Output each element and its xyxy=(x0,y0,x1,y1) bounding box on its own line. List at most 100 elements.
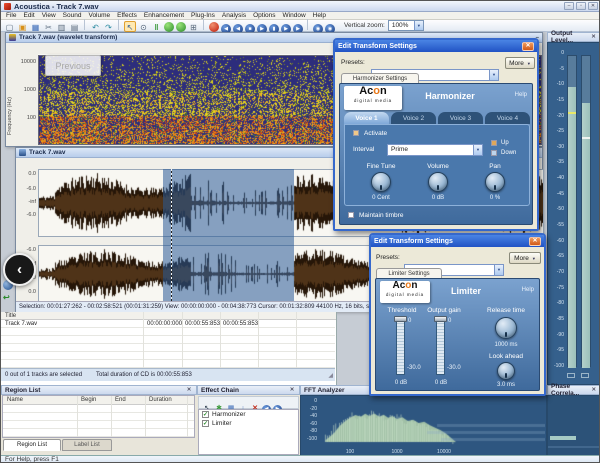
clip-indicator-right[interactable] xyxy=(581,373,589,378)
cd-row-title[interactable]: Track 7.wav xyxy=(5,321,37,327)
pan-knob[interactable] xyxy=(485,172,505,192)
down-checkbox[interactable] xyxy=(491,150,497,156)
record-icon[interactable]: ● xyxy=(209,22,219,32)
back-nav-button[interactable]: ‹ xyxy=(3,253,36,286)
close-icon[interactable]: ✕ xyxy=(288,387,296,393)
down-label: Down xyxy=(501,150,516,156)
voice-tab-2[interactable]: Voice 2 xyxy=(391,112,436,124)
col-end[interactable]: End xyxy=(115,396,126,404)
checkbox-checked-icon[interactable]: ✓ xyxy=(202,420,209,427)
close-icon[interactable]: ✕ xyxy=(185,387,193,393)
cd-list-grid[interactable] xyxy=(1,320,335,368)
playback-cursor[interactable] xyxy=(171,169,172,301)
paste-icon[interactable]: ▤ xyxy=(69,22,80,33)
meter-right-track xyxy=(581,55,591,367)
loop-tool-icon[interactable]: ● xyxy=(176,22,186,32)
cd-list-header: Title xyxy=(1,312,336,320)
help-link[interactable]: Help xyxy=(522,287,534,293)
voice-tab-3[interactable]: Voice 3 xyxy=(438,112,483,124)
fine-tune-knob[interactable] xyxy=(371,172,391,192)
waveform-selection[interactable] xyxy=(163,169,294,301)
fft-plot[interactable] xyxy=(319,398,545,450)
select-tool-icon[interactable]: ↖ xyxy=(124,21,136,32)
redo-icon[interactable]: ↷ xyxy=(103,22,114,33)
look-ahead-knob[interactable] xyxy=(497,362,515,380)
acon-logo: Acon digital media xyxy=(380,281,430,303)
vertical-zoom-select[interactable]: 100% ▼ xyxy=(388,20,424,31)
cd-selected-status: 0 out of 1 tracks are selected xyxy=(5,372,82,378)
effect-item-limiter[interactable]: ✓ Limiter xyxy=(199,419,298,428)
volume-knob[interactable] xyxy=(428,172,448,192)
harmonizer-dialog-titlebar[interactable]: Edit Transform Settings ✕ xyxy=(335,40,537,52)
threshold-handle[interactable] xyxy=(394,316,407,322)
more-button[interactable]: More▼ xyxy=(505,57,535,69)
copy-icon[interactable]: ▥ xyxy=(56,22,67,33)
maintain-timbre-checkbox[interactable] xyxy=(348,212,354,218)
cd-row-end[interactable]: 00:00:55:853 xyxy=(185,321,220,327)
fft-title: FFT Analyzer xyxy=(304,387,345,394)
cd-row-duration[interactable]: 00:00:55:853 xyxy=(223,321,258,327)
limiter-dialog-titlebar[interactable]: Edit Transform Settings ✕ xyxy=(371,235,544,247)
output-level-panel: Output Level... ✕ 0-5-10-15-20-25-30-35-… xyxy=(547,32,600,385)
effect-chain-panel: Effect Chain ✕ ↖✱▦↓✕◀▶ ✓ Harmonizer ✓ Li… xyxy=(197,385,300,456)
save-icon[interactable]: ▦ xyxy=(30,22,41,33)
phase-titlebar[interactable]: Phase Correla... ✕ xyxy=(547,385,600,395)
minimize-button[interactable]: – xyxy=(564,2,574,10)
maximize-button[interactable]: ▫ xyxy=(576,2,586,10)
phase-body xyxy=(547,395,600,456)
close-button[interactable]: ✕ xyxy=(588,2,598,10)
close-icon[interactable]: ✕ xyxy=(590,34,597,40)
threshold-slider[interactable] xyxy=(396,317,405,375)
grid-icon[interactable]: ⊞ xyxy=(188,22,199,33)
tab-label-list[interactable]: Label List xyxy=(62,439,112,451)
release-time-value: 1000 ms xyxy=(481,342,531,348)
close-icon[interactable]: ✕ xyxy=(591,387,597,393)
col-duration[interactable]: Duration xyxy=(149,396,172,404)
region-list-grid[interactable] xyxy=(3,405,194,437)
zoom-tool-icon[interactable]: ⊙ xyxy=(138,22,149,33)
effect-chain-titlebar[interactable]: Effect Chain ✕ xyxy=(197,385,300,395)
chevron-down-icon[interactable]: ▼ xyxy=(473,145,482,155)
help-link[interactable]: Help xyxy=(515,92,527,98)
plugin-title: Harmonizer xyxy=(400,91,500,101)
output-gain-bottom-tick: -30.0 xyxy=(447,365,467,371)
activate-label: Activate xyxy=(364,130,387,137)
undo-icon[interactable]: ↶ xyxy=(90,22,101,33)
effect-item-harmonizer[interactable]: ✓ Harmonizer xyxy=(199,410,298,419)
chevron-down-icon[interactable]: ▼ xyxy=(414,21,423,30)
volume-tool-icon[interactable]: ‖ xyxy=(151,22,162,33)
resize-grip-icon[interactable]: ◢ xyxy=(328,372,333,379)
freq-tick-1000: 1000 xyxy=(14,87,36,93)
cd-row-begin[interactable]: 00:00:00:000 xyxy=(147,321,182,327)
amp-tick: 0.0 xyxy=(16,171,36,177)
checkbox-checked-icon[interactable]: ✓ xyxy=(202,411,209,418)
interval-combo[interactable]: Prime ▼ xyxy=(387,144,483,156)
window-title: Acoustica - Track 7.wav xyxy=(14,2,99,11)
more-button[interactable]: More▼ xyxy=(509,252,541,264)
voice-tab-1[interactable]: Voice 1 xyxy=(344,112,389,124)
look-ahead-label: Look ahead xyxy=(476,353,536,360)
region-list-titlebar[interactable]: Region List ✕ xyxy=(1,385,197,395)
col-begin[interactable]: Begin xyxy=(81,396,96,404)
output-gain-handle[interactable] xyxy=(434,316,447,322)
play-tool-icon[interactable]: ● xyxy=(164,22,174,32)
open-file-icon[interactable]: ▣ xyxy=(17,22,28,33)
output-level-titlebar[interactable]: Output Level... ✕ xyxy=(547,32,600,42)
title-bar[interactable]: Acoustica - Track 7.wav – ▫ ✕ xyxy=(1,1,600,12)
up-checkbox[interactable] xyxy=(491,140,497,146)
region-list-columns: Name Begin End Duration xyxy=(3,396,194,405)
chevron-down-icon[interactable]: ▼ xyxy=(494,265,503,275)
cut-icon[interactable]: ✂ xyxy=(43,22,54,33)
activate-checkbox[interactable] xyxy=(353,130,359,136)
close-icon[interactable]: ✕ xyxy=(522,42,534,51)
release-time-knob[interactable] xyxy=(495,317,517,339)
green-arrow-icon[interactable]: ↩ xyxy=(3,293,10,302)
close-icon[interactable]: ✕ xyxy=(529,237,541,246)
col-name[interactable]: Name xyxy=(7,396,23,404)
tab-region-list[interactable]: Region List xyxy=(3,439,61,451)
clip-indicator-left[interactable] xyxy=(567,373,575,378)
output-gain-slider[interactable] xyxy=(436,317,445,375)
chevron-down-icon[interactable]: ▼ xyxy=(489,70,498,80)
voice-tab-4[interactable]: Voice 4 xyxy=(485,112,530,124)
new-file-icon[interactable]: ▢ xyxy=(4,22,15,33)
